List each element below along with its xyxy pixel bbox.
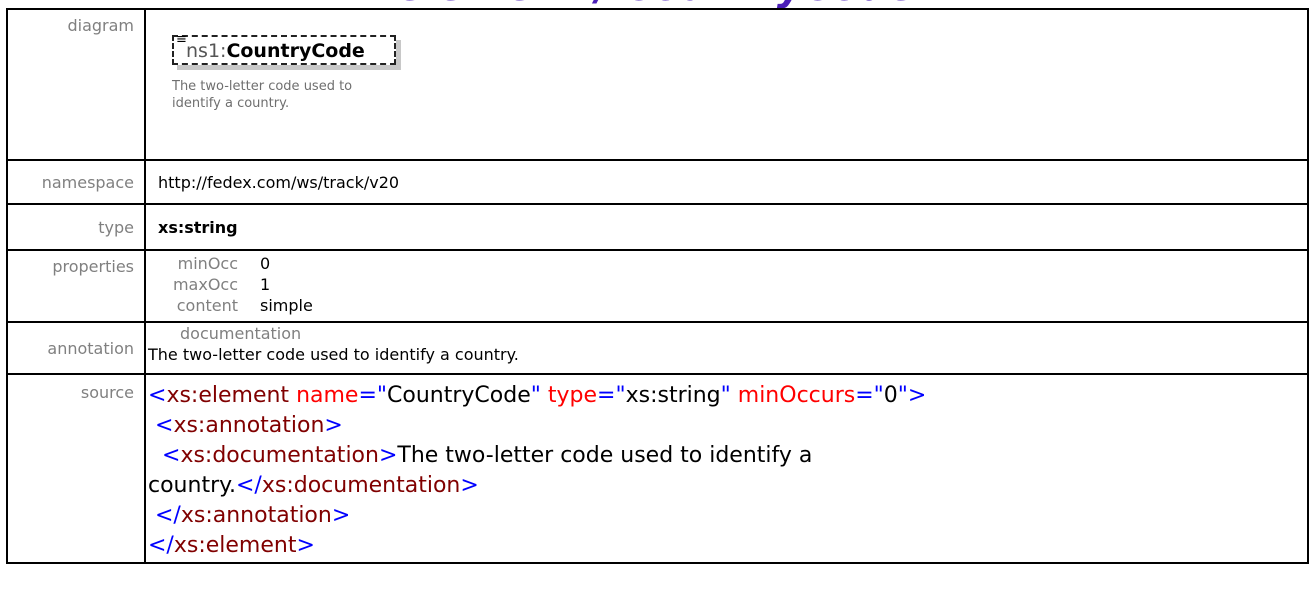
namespace-value: http://fedex.com/ws/track/v20 [158,172,400,192]
label-namespace-cell: namespace [6,159,146,205]
element-doc-table: diagram ≡ ns1:CountryCode The two-letter… [6,8,1309,564]
row-diagram: diagram ≡ ns1:CountryCode The two-letter… [6,8,1309,161]
source-line-5: </xs:annotation> [155,503,351,528]
element-box[interactable]: ≡ ns1:CountryCode [172,33,396,65]
diagram-cell: ≡ ns1:CountryCode The two-letter code us… [144,8,1309,161]
property-key: minOcc [177,254,238,273]
source-code: <xs:element name="CountryCode" type="xs:… [146,375,1307,561]
row-type: type xs:string [6,203,1309,251]
property-key: maxOcc [172,275,238,294]
label-type-cell: type [6,203,146,251]
label-annotation-cell: annotation [6,321,146,375]
properties-list: minOcc 0 maxOcc 1 content simple [146,251,1307,316]
annotation-cell: documentation The two-letter code used t… [144,321,1309,375]
property-value: 0 [260,254,271,273]
source-line-3: <xs:documentation>The two-letter code us… [162,443,813,468]
type-value[interactable]: xs:string [158,218,238,237]
annotation-value: The two-letter code used to identify a c… [148,345,519,364]
row-properties: properties minOcc 0 maxOcc 1 content sim… [6,249,1309,323]
diagram: ≡ ns1:CountryCode The two-letter code us… [146,10,546,159]
source-line-4: country.</xs:documentation> [148,473,479,498]
annotation-key: documentation [180,324,302,343]
label-annotation: annotation [47,338,134,358]
properties-cell: minOcc 0 maxOcc 1 content simple [144,249,1309,323]
element-local-name: CountryCode [226,40,365,62]
label-namespace: namespace [41,172,134,192]
property-row: maxOcc 1 [146,274,1307,295]
type-cell: xs:string [144,203,1309,251]
label-properties: properties [6,249,146,323]
label-diagram: diagram [6,8,146,161]
property-value: simple [260,296,313,315]
property-row: content simple [146,295,1307,316]
source-line-6: </xs:element> [148,533,315,558]
page-title: element / CountryCode [0,0,1313,8]
property-key: content [176,296,238,315]
row-source: source <xs:element name="CountryCode" ty… [6,373,1309,564]
diagram-description: The two-letter code used to identify a c… [172,79,353,111]
namespace-cell: http://fedex.com/ws/track/v20 [144,159,1309,205]
property-value: 1 [260,275,271,294]
row-annotation: annotation documentation The two-letter … [6,321,1309,375]
property-row: minOcc 0 [146,253,1307,274]
label-source: source [6,373,146,564]
source-cell: <xs:element name="CountryCode" type="xs:… [144,373,1309,564]
source-line-2: <xs:annotation> [155,413,343,438]
element-name: ns1:CountryCode [186,40,365,62]
row-namespace: namespace http://fedex.com/ws/track/v20 [6,159,1309,205]
element-prefix: ns1: [186,40,227,62]
source-line-1: <xs:element name="CountryCode" type="xs:… [148,383,927,408]
label-type: type [98,217,134,237]
